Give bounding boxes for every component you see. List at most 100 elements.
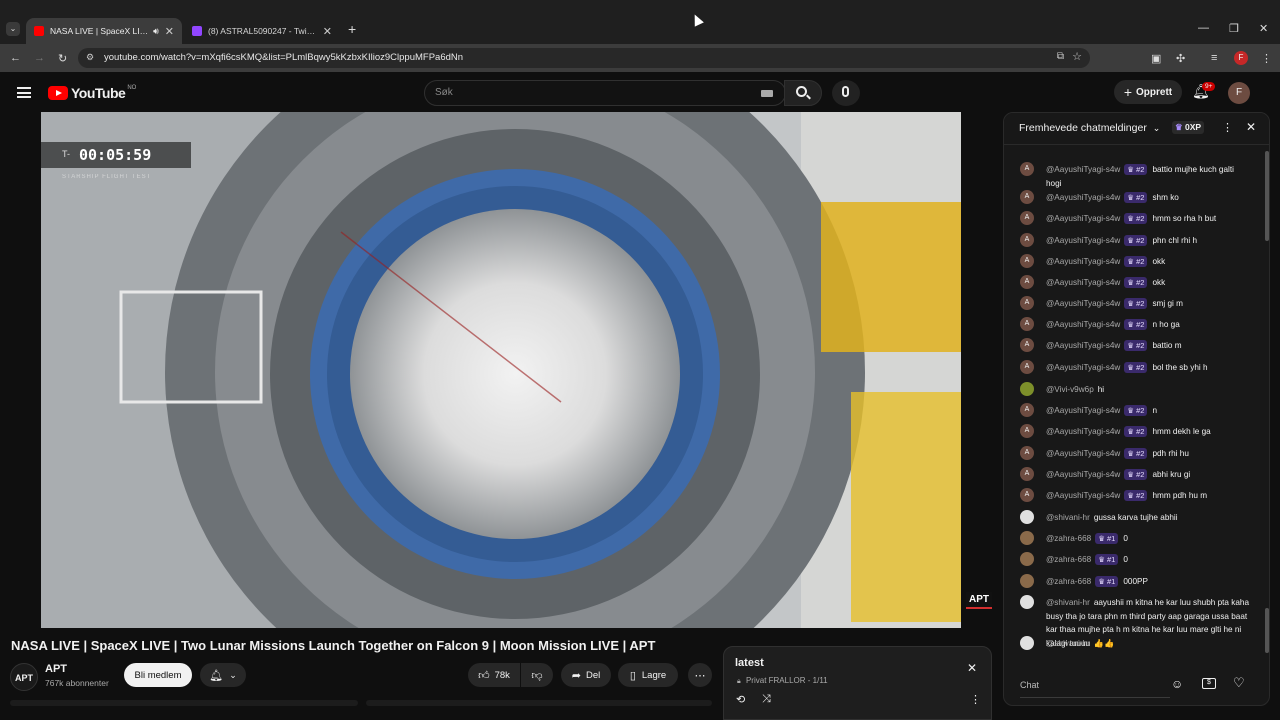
keyboard-icon[interactable] [761, 90, 773, 97]
account-avatar[interactable]: F [1228, 82, 1250, 104]
chat-input[interactable]: Chat [1020, 672, 1170, 698]
maximize-icon[interactable]: ❐ [1229, 22, 1239, 35]
chat-message[interactable]: A @AayushiTyagi-s4w ♛ #2 shm ko [1020, 190, 1250, 205]
like-button[interactable]: 👍︎ 78k [468, 663, 520, 687]
playlist-menu-icon[interactable]: ⋮ [970, 693, 981, 706]
chat-message[interactable]: A @AayushiTyagi-s4w ♛ #2 bol the sb yhi h [1020, 360, 1250, 375]
chat-author[interactable]: @AayushiTyagi-s4w [1046, 299, 1120, 308]
heart-icon[interactable]: ♡ [1233, 675, 1245, 691]
chat-author[interactable]: @zahra-668 [1046, 555, 1091, 564]
chat-avatar[interactable] [1020, 574, 1034, 588]
voice-search-button[interactable] [832, 80, 860, 106]
chat-avatar[interactable] [1020, 382, 1034, 396]
video-player[interactable]: T- 00:05:59 STARSHIP FLIGHT TEST APT [41, 112, 961, 628]
hamburger-menu-icon[interactable] [17, 87, 31, 98]
chat-message[interactable]: A @AayushiTyagi-s4w ♛ #2 n [1020, 403, 1250, 418]
chat-author[interactable]: @Vivi-v9w6p [1046, 385, 1094, 394]
chat-message[interactable]: A @AayushiTyagi-s4w ♛ #2 okk [1020, 254, 1250, 269]
reload-icon[interactable]: ↻ [58, 52, 67, 65]
chat-avatar[interactable]: A [1020, 190, 1034, 204]
chat-author[interactable]: @shivani-hr [1046, 598, 1090, 607]
dislike-button[interactable]: 👎︎ [521, 663, 553, 687]
super-chat-icon[interactable]: $ [1202, 678, 1216, 689]
chat-avatar[interactable]: A [1020, 403, 1034, 417]
playlist-title[interactable]: latest [735, 657, 764, 669]
tab-search-dropdown-icon[interactable]: ⌄ [6, 22, 20, 36]
youtube-logo[interactable]: YouTube NO [48, 85, 136, 101]
chat-author[interactable]: @AayushiTyagi-s4w [1046, 470, 1120, 479]
forward-icon[interactable]: → [34, 52, 45, 64]
chat-message[interactable]: A @AayushiTyagi-s4w ♛ #2 okk [1020, 275, 1250, 290]
create-button[interactable]: + Opprett [1114, 80, 1182, 104]
chat-message[interactable]: @zahra-668 ♛ #1 0 [1020, 531, 1250, 546]
chat-avatar[interactable]: A [1020, 317, 1034, 331]
new-tab-icon[interactable]: + [348, 21, 356, 37]
chat-avatar[interactable] [1020, 636, 1034, 650]
close-tab-icon[interactable]: ✕ [165, 25, 174, 38]
chat-author[interactable]: @AayushiTyagi-s4w [1046, 236, 1120, 245]
chat-avatar[interactable]: A [1020, 233, 1034, 247]
chat-author[interactable]: @AayushiTyagi-s4w [1046, 406, 1120, 415]
chat-message[interactable]: A @AayushiTyagi-s4w ♛ #2 n ho ga [1020, 317, 1250, 332]
back-icon[interactable]: ← [10, 52, 21, 64]
chat-author[interactable]: @AayushiTyagi-s4w [1046, 363, 1120, 372]
chat-avatar[interactable]: A [1020, 296, 1034, 310]
site-info-icon[interactable]: ⚙︎ [86, 52, 94, 63]
subscription-bell-button[interactable]: 🔔︎ ⌄ [200, 663, 246, 687]
loop-icon[interactable]: ⟲ [736, 693, 745, 706]
extensions-puzzle-icon[interactable]: ✣ [1176, 52, 1185, 65]
chat-avatar[interactable] [1020, 595, 1034, 609]
chat-avatar[interactable]: A [1020, 254, 1034, 268]
chat-author[interactable]: @shivani-hr [1046, 639, 1090, 648]
tab-youtube[interactable]: NASA LIVE | SpaceX LIVE | T 🔊︎ ✕ [26, 18, 182, 44]
chat-avatar[interactable]: A [1020, 424, 1034, 438]
chat-avatar[interactable] [1020, 531, 1034, 545]
chat-avatar[interactable]: A [1020, 162, 1034, 176]
chat-message[interactable]: A @AayushiTyagi-s4w ♛ #2 hmm so rha h but [1020, 211, 1250, 226]
chat-message[interactable]: A @AayushiTyagi-s4w ♛ #2 abhi kru gi [1020, 467, 1250, 482]
chat-message[interactable]: @shivani-hr gussa karva tujhe abhii [1020, 510, 1250, 525]
chat-author[interactable]: @AayushiTyagi-s4w [1046, 449, 1120, 458]
chat-message[interactable]: A @AayushiTyagi-s4w ♛ #2 hmm pdh hu m [1020, 488, 1250, 503]
chat-avatar[interactable]: A [1020, 467, 1034, 481]
install-app-icon[interactable]: ⧉ [1057, 51, 1064, 62]
address-bar[interactable]: ⚙︎ youtube.com/watch?v=mXqfi6csKMQ&list=… [78, 48, 1090, 68]
chat-author[interactable]: @AayushiTyagi-s4w [1046, 427, 1120, 436]
xp-badge[interactable]: ♛ 0XP [1172, 121, 1205, 134]
profile-avatar[interactable]: F [1234, 51, 1248, 65]
chat-author[interactable]: @zahra-668 [1046, 534, 1091, 543]
chat-message[interactable]: A @AayushiTyagi-s4w ♛ #2 pdh rhi hu [1020, 446, 1250, 461]
chat-scrollbar-lower[interactable] [1265, 608, 1269, 653]
chat-author[interactable]: @AayushiTyagi-s4w [1046, 214, 1120, 223]
search-button[interactable] [784, 80, 822, 106]
chat-avatar[interactable] [1020, 552, 1034, 566]
chat-message[interactable]: @zahra-668 ♛ #1 0 [1020, 552, 1250, 567]
chat-author[interactable]: @shivani-hr [1046, 513, 1090, 522]
browser-menu-icon[interactable]: ⋮ [1261, 52, 1272, 65]
search-input[interactable]: Søk [424, 80, 786, 106]
chat-message[interactable]: A @AayushiTyagi-s4w ♛ #2 smj gi m [1020, 296, 1250, 311]
chat-avatar[interactable]: A [1020, 360, 1034, 374]
chat-author[interactable]: @AayushiTyagi-s4w [1046, 165, 1120, 174]
close-playlist-icon[interactable]: ✕ [967, 661, 977, 675]
minimize-icon[interactable]: — [1198, 22, 1209, 34]
extension-icon[interactable]: ▣ [1151, 52, 1161, 65]
chat-author[interactable]: @AayushiTyagi-s4w [1046, 341, 1120, 350]
chat-scrollbar[interactable] [1265, 151, 1269, 241]
chat-message[interactable]: A @AayushiTyagi-s4w ♛ #2 battio m [1020, 338, 1250, 353]
chat-message[interactable]: @zahra-668 ♛ #1 000PP [1020, 574, 1250, 589]
close-tab-icon[interactable]: ✕ [323, 25, 332, 38]
chat-author[interactable]: @zahra-668 [1046, 577, 1091, 586]
chat-avatar[interactable]: A [1020, 211, 1034, 225]
shuffle-icon[interactable]: ⤨ [762, 693, 771, 706]
tab-twitch[interactable]: (8) ASTRAL5090247 - Twitch ✕ [184, 18, 340, 44]
share-button[interactable]: ➦ Del [561, 663, 611, 687]
chat-author[interactable]: @AayushiTyagi-s4w [1046, 257, 1120, 266]
more-actions-button[interactable]: ⋯ [688, 663, 712, 687]
chat-avatar[interactable]: A [1020, 275, 1034, 289]
save-button[interactable]: ▯ Lagre [618, 663, 678, 687]
join-button[interactable]: Bli medlem [124, 663, 192, 687]
chat-message[interactable]: @Vivi-v9w6p hi [1020, 382, 1250, 397]
media-control-icon[interactable]: ≡ [1211, 52, 1217, 64]
chat-message[interactable]: A @AayushiTyagi-s4w ♛ #2 hmm dekh le ga [1020, 424, 1250, 439]
